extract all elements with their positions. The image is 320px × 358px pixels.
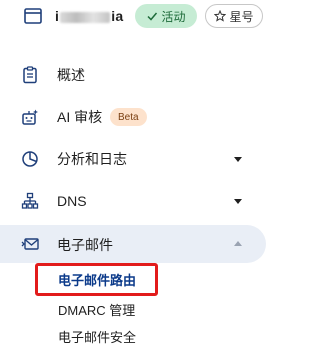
submenu-item-email-security[interactable]: 电子邮件安全	[58, 327, 136, 346]
status-label: 活动	[161, 9, 186, 24]
email-icon	[20, 234, 40, 254]
star-icon	[214, 10, 227, 22]
robot-icon	[20, 107, 40, 127]
redacted-text	[60, 11, 111, 23]
sidebar-item-analytics[interactable]: 分析和日志	[0, 139, 266, 179]
site-name[interactable]: i ia	[55, 8, 123, 24]
pie-chart-icon	[20, 149, 40, 169]
status-badge: 活动	[135, 4, 197, 28]
sidebar-item-label: 概述	[57, 67, 85, 83]
star-label: 星号	[229, 9, 254, 24]
browser-window-icon	[24, 8, 42, 24]
star-button[interactable]: 星号	[205, 4, 263, 28]
sidebar-item-dns[interactable]: DNS	[0, 181, 266, 221]
sidebar-item-overview[interactable]: 概述	[0, 55, 266, 95]
network-icon	[20, 191, 40, 211]
submenu-item-dmarc[interactable]: DMARC 管理	[58, 300, 135, 319]
caret-down-icon[interactable]	[233, 154, 243, 164]
sidebar-item-label: 分析和日志	[57, 151, 127, 167]
site-name-suffix: ia	[111, 8, 124, 24]
sidebar-item-email[interactable]: 电子邮件	[0, 225, 266, 263]
sidebar-item-label: 电子邮件	[57, 237, 113, 253]
beta-badge: Beta	[110, 108, 147, 126]
checkmark-icon	[147, 12, 158, 21]
sidebar-item-label: AI 审核	[57, 109, 103, 125]
site-name-prefix: i	[55, 8, 60, 24]
site-header: i ia 活动 星号	[0, 0, 266, 40]
clipboard-icon	[20, 65, 40, 85]
sidebar-item-ai-review[interactable]: AI 审核 Beta	[0, 97, 266, 137]
sidebar-item-label: DNS	[57, 193, 87, 209]
caret-down-icon[interactable]	[233, 196, 243, 206]
highlight-box	[35, 263, 158, 296]
caret-up-icon[interactable]	[233, 239, 243, 249]
